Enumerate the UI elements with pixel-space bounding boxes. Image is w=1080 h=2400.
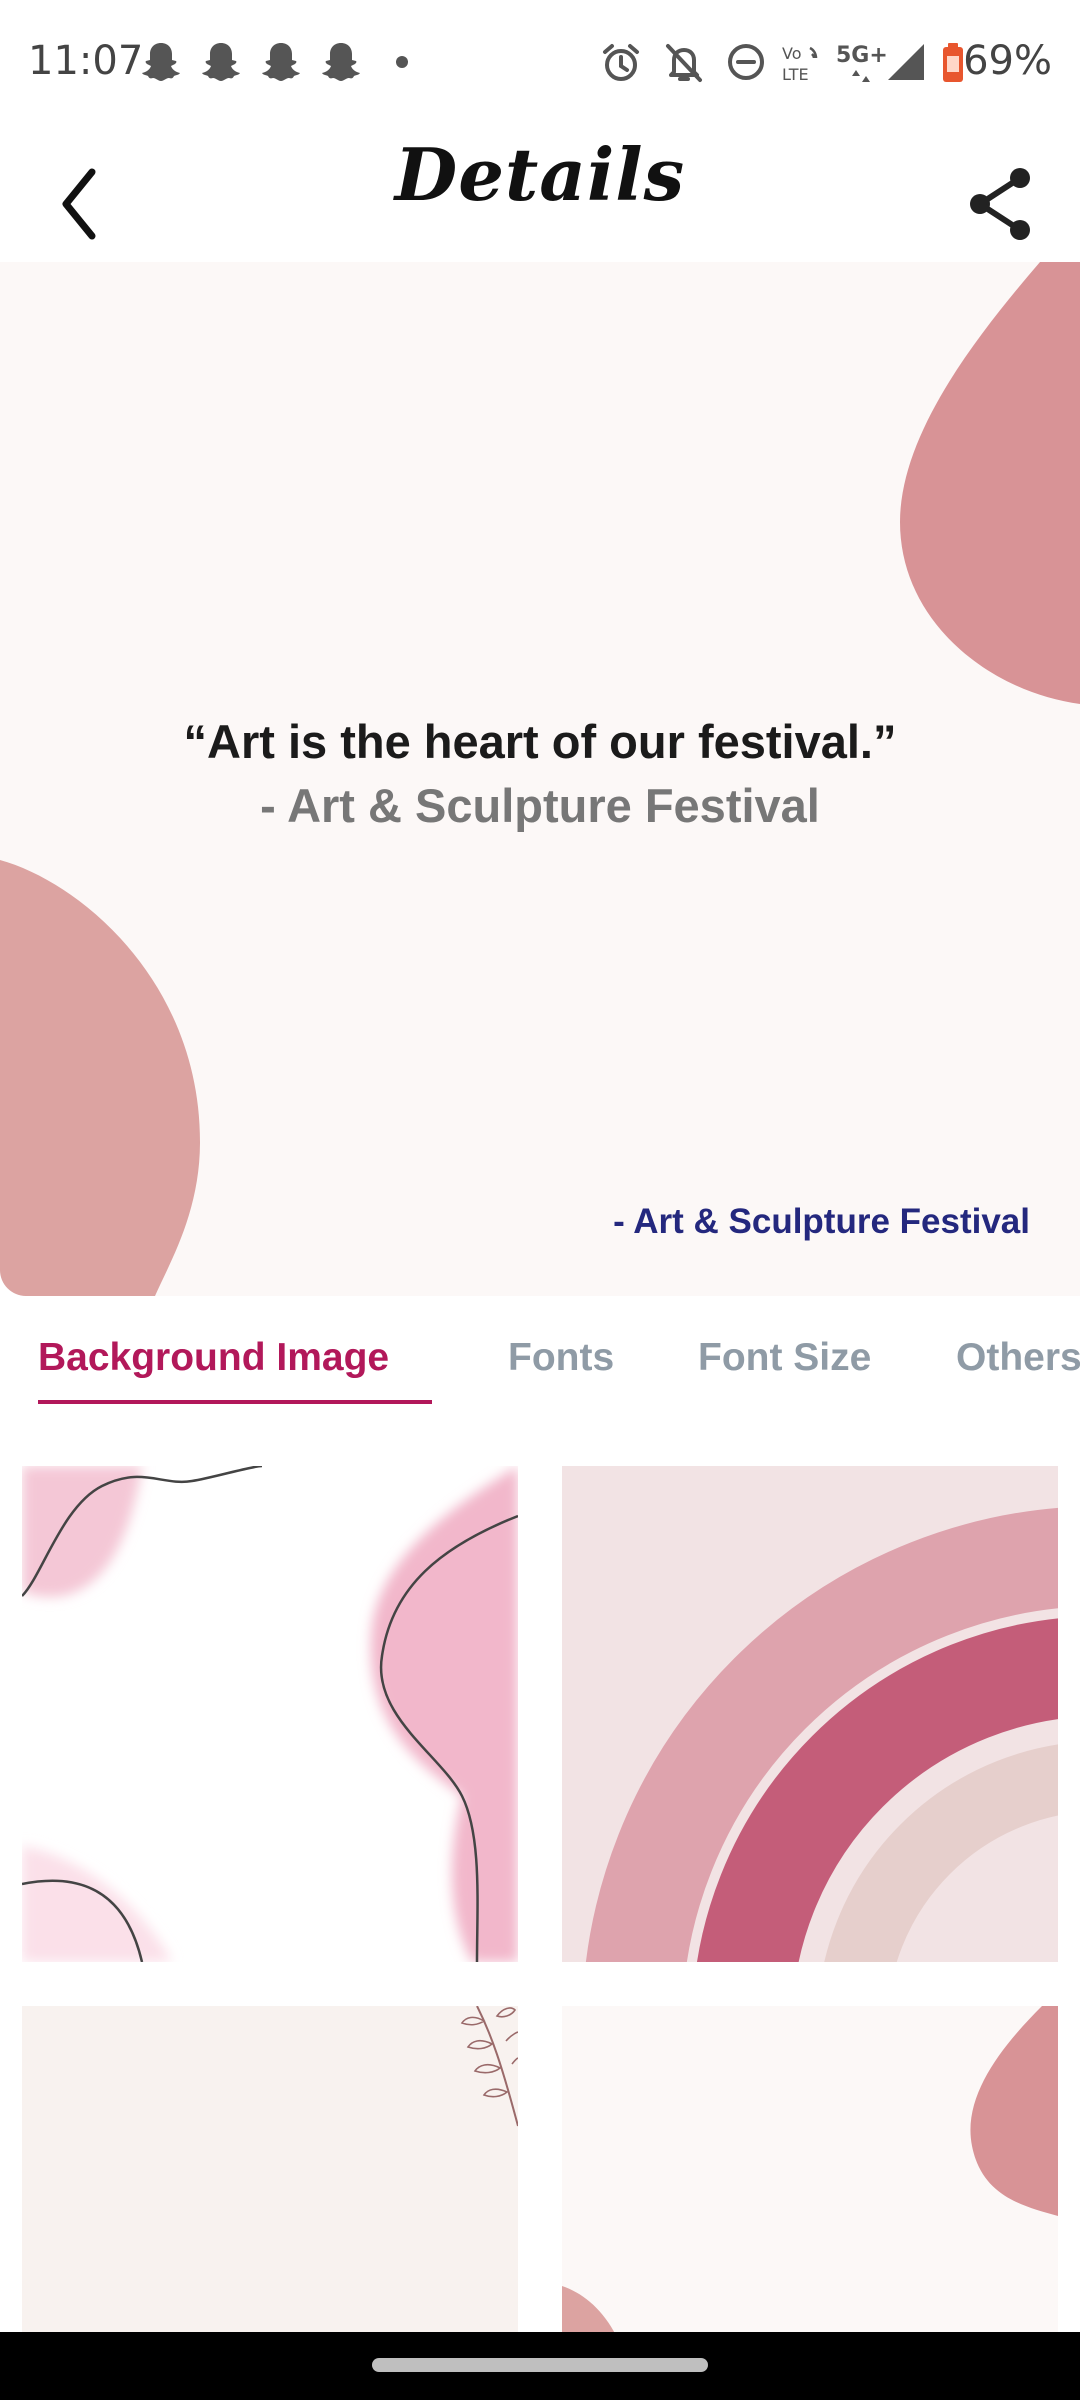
thumbnail-image [22, 1466, 518, 1962]
share-icon [970, 168, 1030, 240]
do-not-disturb-icon [728, 44, 764, 80]
background-option-beige-leaves[interactable] [22, 2006, 518, 2332]
snapchat-icon [202, 43, 240, 81]
status-time: 11:07 [28, 38, 144, 84]
share-button[interactable] [950, 148, 1050, 248]
svg-text:Vo: Vo [782, 44, 802, 63]
svg-text:5G+: 5G+ [836, 43, 888, 68]
tab-font-size[interactable]: Font Size [698, 1336, 871, 1380]
system-navigation-bar [0, 2332, 1080, 2400]
battery-icon [943, 43, 963, 82]
tab-others[interactable]: Others [956, 1336, 1080, 1380]
background-grid [0, 1416, 1080, 2332]
page-title: Details [394, 132, 686, 217]
quote-author: - Art & Sculpture Festival [260, 779, 820, 832]
thumbnail-image [562, 2006, 1058, 2332]
home-gesture-handle[interactable] [372, 2358, 708, 2372]
active-tab-indicator [38, 1400, 432, 1404]
snapchat-icon [142, 43, 180, 81]
status-bar: 11:07 Vo LTE 5G+ 69% [0, 0, 1080, 128]
watermark-text: - Art & Sculpture Festival [613, 1202, 1030, 1241]
svg-text:LTE: LTE [782, 65, 809, 84]
thumbnail-image [22, 2006, 518, 2332]
snapchat-icon [322, 43, 360, 81]
quote-text: “Art is the heart of our festival.” [183, 715, 897, 768]
tab-fonts[interactable]: Fonts [508, 1336, 614, 1380]
5g-icon: 5G+ [836, 43, 888, 82]
tab-bar: Background Image Fonts Font Size Others [0, 1296, 1080, 1416]
tab-background-image[interactable]: Background Image [38, 1336, 389, 1380]
quote-preview: “Art is the heart of our festival.” - Ar… [0, 262, 1080, 1296]
battery-percent: 69% [963, 38, 1052, 84]
more-notifications-dot [396, 56, 408, 68]
background-option-rose-arches[interactable] [562, 1466, 1058, 1962]
bell-off-icon [666, 44, 702, 82]
thumbnail-image [562, 1466, 1058, 1962]
snapchat-icon [262, 43, 300, 81]
alarm-icon [603, 44, 639, 81]
app-bar: Details [0, 128, 1080, 260]
signal-icon [888, 44, 924, 80]
background-option-pink-blobs-line[interactable] [22, 1466, 518, 1962]
volte-icon: Vo LTE [782, 44, 818, 84]
background-option-rose-blobs[interactable] [562, 2006, 1058, 2332]
